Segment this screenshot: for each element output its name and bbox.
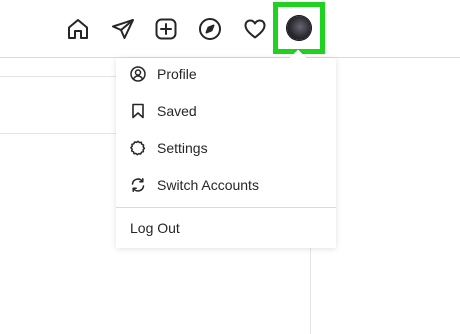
menu-item-label: Saved — [157, 103, 197, 119]
new-post-icon — [155, 18, 177, 40]
home-icon — [68, 19, 88, 39]
top-navigation — [60, 2, 330, 54]
explore-icon — [199, 18, 221, 40]
profile-avatar[interactable] — [287, 16, 311, 40]
menu-item-label: Profile — [157, 66, 197, 82]
menu-item-switch-accounts[interactable]: Switch Accounts — [116, 167, 336, 203]
content-panel-right — [310, 244, 460, 334]
menu-item-label: Settings — [157, 140, 208, 156]
activity-heart-icon — [244, 19, 266, 39]
user-circle-icon — [130, 66, 146, 82]
menu-item-saved[interactable]: Saved — [116, 93, 336, 129]
new-post-button[interactable] — [151, 14, 181, 44]
gear-icon — [130, 140, 146, 156]
direct-message-icon — [112, 19, 134, 39]
profile-avatar-highlight[interactable] — [273, 2, 325, 54]
menu-item-settings[interactable]: Settings — [116, 130, 336, 166]
home-button[interactable] — [63, 14, 93, 44]
menu-divider — [116, 207, 336, 208]
menu-item-label: Switch Accounts — [157, 177, 259, 193]
log-out-button[interactable]: Log Out — [116, 210, 336, 246]
log-out-label: Log Out — [130, 220, 180, 236]
explore-button[interactable] — [195, 14, 225, 44]
activity-button[interactable] — [240, 14, 270, 44]
bookmark-icon — [130, 103, 146, 119]
switch-arrows-icon — [130, 177, 146, 193]
menu-item-profile[interactable]: Profile — [116, 56, 336, 92]
profile-dropdown-menu: Profile Saved Settings Switch Accounts L… — [116, 49, 336, 248]
direct-messages-button[interactable] — [108, 14, 138, 44]
